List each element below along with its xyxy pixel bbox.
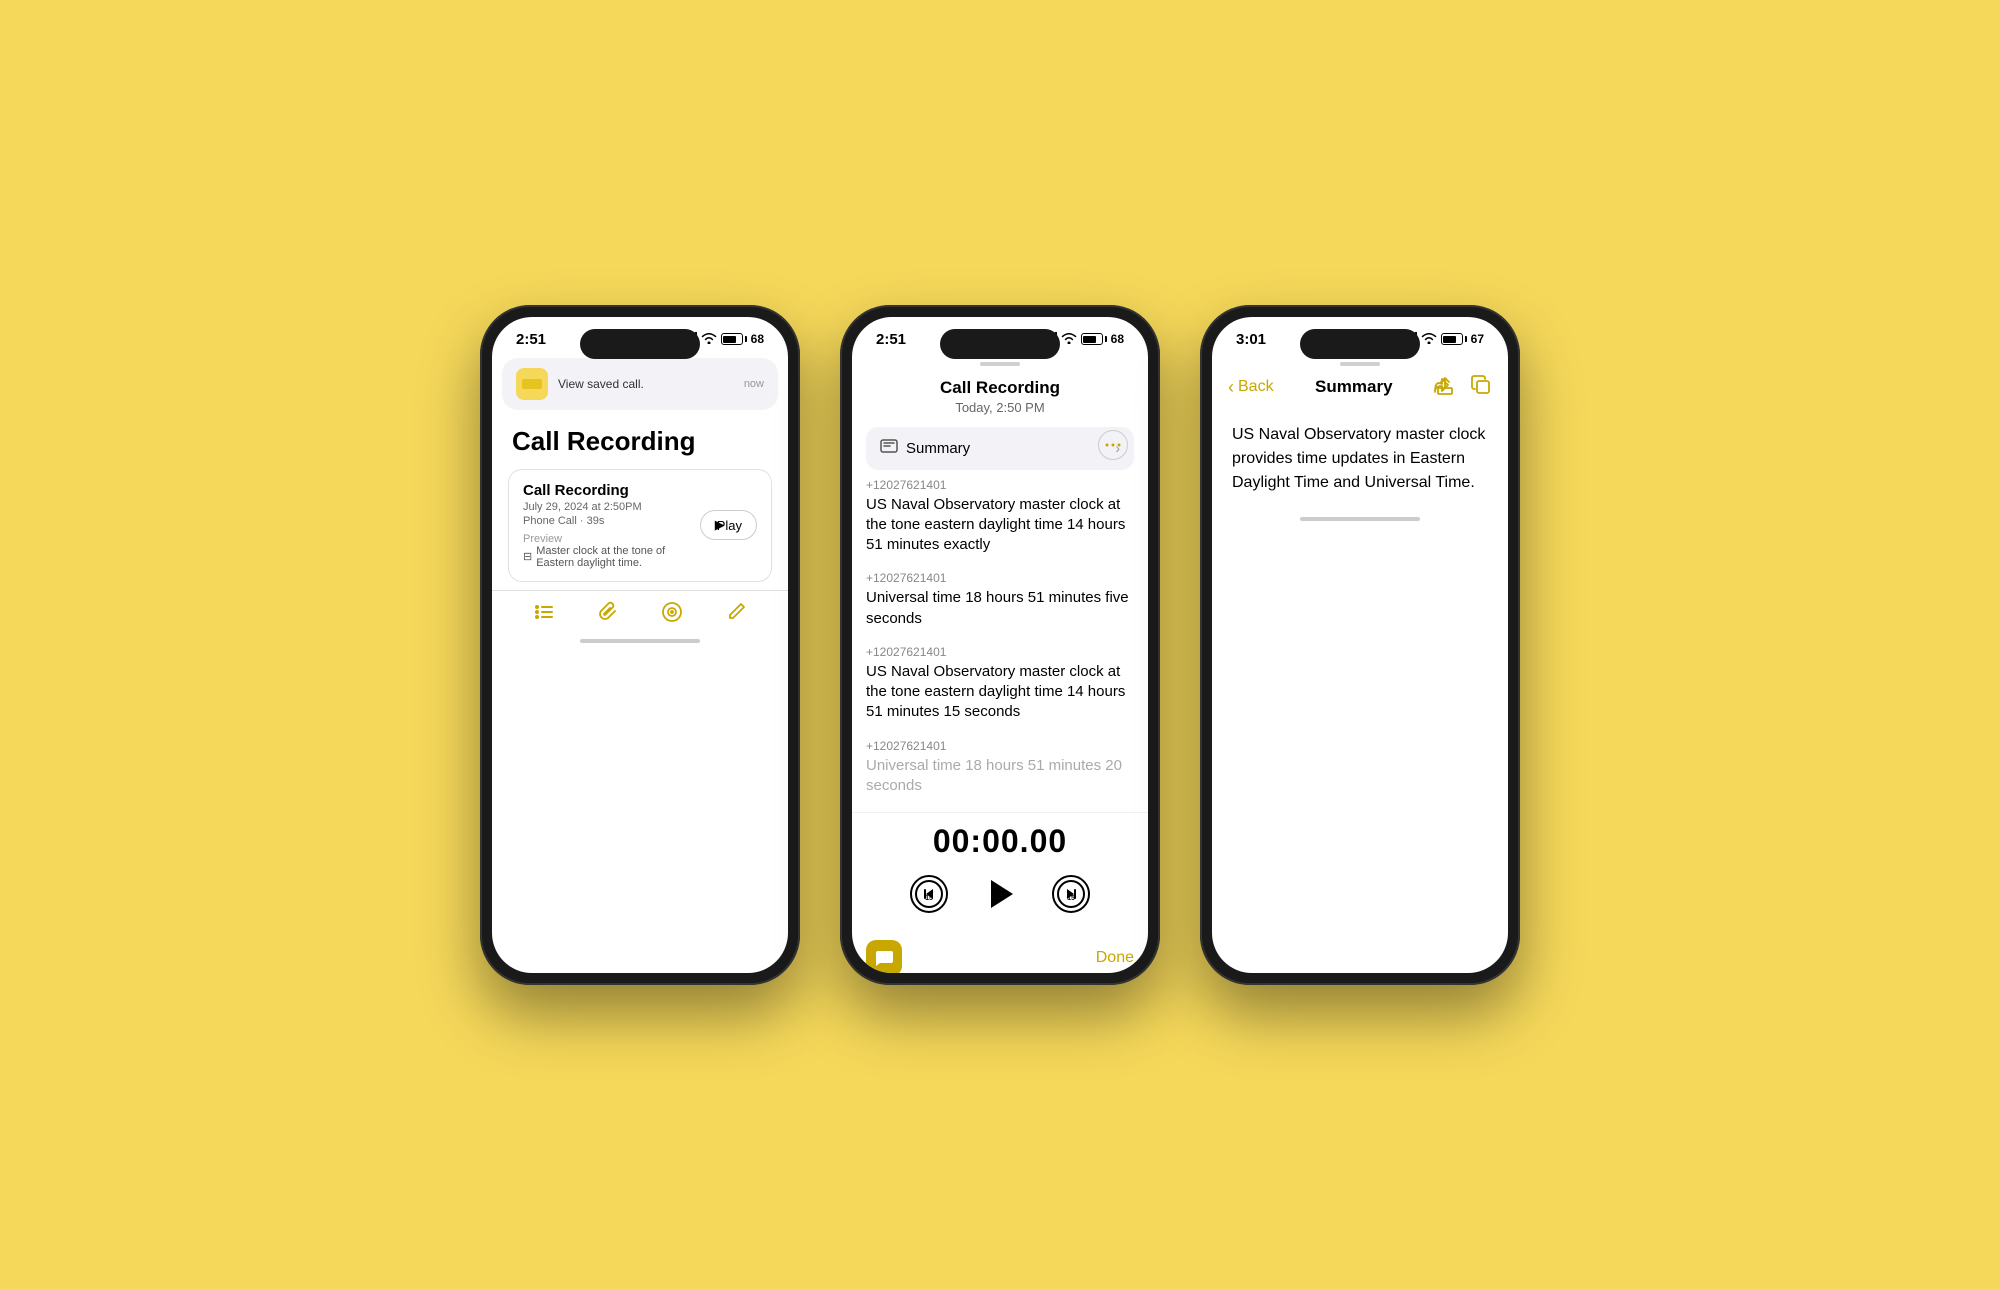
nav-actions	[1434, 374, 1492, 401]
phone-1: 2:51	[480, 305, 800, 985]
call-recording-title: Call Recording	[872, 378, 1128, 398]
status-time-3: 3:01	[1236, 331, 1266, 348]
time-display: 00:00.00	[872, 823, 1128, 860]
notif-time: now	[744, 378, 764, 390]
recording-card[interactable]: Call Recording July 29, 2024 at 2:50PM P…	[508, 469, 772, 582]
svg-text:15: 15	[925, 895, 933, 902]
transcript-number-3: +12027621401	[866, 739, 1134, 753]
phone-3-screen: 3:01	[1212, 317, 1508, 973]
battery-label-2: 68	[1111, 332, 1124, 346]
battery-icon-3	[1441, 333, 1467, 345]
notif-text: View saved call.	[558, 377, 644, 391]
wifi-icon-2	[1061, 332, 1077, 347]
home-indicator-1	[580, 639, 700, 643]
summary-content: US Naval Observatory master clock provid…	[1212, 407, 1508, 511]
svg-text:15: 15	[1067, 895, 1075, 902]
recording-card-date: July 29, 2024 at 2:50PM	[523, 501, 690, 513]
tab-edit-icon[interactable]	[725, 601, 747, 629]
wifi-icon-1	[701, 332, 717, 347]
home-indicator-3	[1300, 517, 1420, 521]
back-label: Back	[1238, 378, 1274, 396]
phone-1-content: View saved call. now Call Recording Call…	[492, 354, 788, 633]
transcript-item-3: +12027621401 Universal time 18 hours 51 …	[866, 739, 1134, 797]
tab-compose-icon[interactable]	[661, 601, 683, 629]
recording-card-type: Phone Call · 39s	[523, 515, 690, 527]
battery-label-1: 68	[751, 332, 764, 346]
phones-container: 2:51	[480, 305, 1520, 985]
notif-app-icon	[516, 368, 548, 400]
transcript-number-2: +12027621401	[866, 645, 1134, 659]
more-options-button[interactable]	[1098, 430, 1128, 460]
nav-bar: ‹ Back Summary	[1212, 366, 1508, 407]
notif-content: View saved call.	[558, 377, 734, 391]
back-chevron-icon: ‹	[1228, 377, 1234, 398]
recording-preview-text: ⊟ Master clock at the tone of Eastern da…	[523, 545, 690, 569]
summary-row[interactable]: Summary ›	[866, 427, 1134, 470]
player-controls: 15 15	[872, 872, 1128, 916]
phone-1-screen: 2:51	[492, 317, 788, 973]
phone-2-screen: 2:51	[852, 317, 1148, 973]
dynamic-island-2	[940, 329, 1060, 359]
nav-title: Summary	[1315, 377, 1392, 397]
notification-banner[interactable]: View saved call. now	[502, 358, 778, 410]
recording-card-title: Call Recording	[523, 482, 690, 499]
page-title-area: Call Recording	[492, 418, 788, 461]
battery-label-3: 67	[1471, 332, 1484, 346]
phone-3-content: ‹ Back Summary	[1212, 354, 1508, 511]
bubble-icon[interactable]	[866, 940, 902, 973]
play-button-large[interactable]	[978, 872, 1022, 916]
share-icon[interactable]	[1434, 374, 1456, 401]
summary-row-left: Summary	[880, 439, 970, 458]
player-section: 00:00.00 15	[852, 812, 1148, 932]
phone-2: 2:51	[840, 305, 1160, 985]
tab-list-icon[interactable]	[533, 601, 555, 629]
bottom-tabs	[492, 590, 788, 633]
recording-card-info: Call Recording July 29, 2024 at 2:50PM P…	[523, 482, 690, 569]
transcript-number-1: +12027621401	[866, 571, 1134, 585]
transcript-number-0: +12027621401	[866, 478, 1134, 492]
dynamic-island-3	[1300, 329, 1420, 359]
play-button[interactable]: ▶ Play	[700, 510, 757, 540]
call-recording-date: Today, 2:50 PM	[872, 400, 1128, 415]
transcript-item-2: +12027621401 US Naval Observatory master…	[866, 645, 1134, 723]
bottom-bar: Done	[852, 932, 1148, 973]
transcript-text-1: Universal time 18 hours 51 minutes five …	[866, 588, 1134, 629]
dynamic-island-1	[580, 329, 700, 359]
skip-back-button[interactable]: 15	[910, 875, 948, 913]
page-title: Call Recording	[512, 426, 768, 457]
sheet-handle	[980, 362, 1020, 366]
transcript-text-2: US Naval Observatory master clock at the…	[866, 662, 1134, 723]
battery-icon-1	[721, 333, 747, 345]
wifi-icon-3	[1421, 332, 1437, 347]
transcript-text-3: Universal time 18 hours 51 minutes 20 se…	[866, 756, 1134, 797]
transcript-area: +12027621401 US Naval Observatory master…	[852, 478, 1148, 813]
tab-attach-icon[interactable]	[597, 601, 619, 629]
transcript-item-1: +12027621401 Universal time 18 hours 51 …	[866, 571, 1134, 629]
done-button[interactable]: Done	[1096, 949, 1134, 967]
play-triangle	[991, 880, 1013, 908]
recording-preview-label: Preview	[523, 533, 690, 545]
battery-icon-2	[1081, 333, 1107, 345]
copy-icon[interactable]	[1470, 374, 1492, 401]
summary-body-text: US Naval Observatory master clock provid…	[1232, 423, 1488, 495]
transcript-item-0: +12027621401 US Naval Observatory master…	[866, 478, 1134, 556]
phone-3: 3:01	[1200, 305, 1520, 985]
status-time-1: 2:51	[516, 331, 546, 348]
skip-forward-button[interactable]: 15	[1052, 875, 1090, 913]
summary-label: Summary	[906, 440, 970, 457]
summary-icon	[880, 439, 898, 458]
phone-2-content: Call Recording Today, 2:50 PM	[852, 354, 1148, 973]
status-time-2: 2:51	[876, 331, 906, 348]
transcript-text-0: US Naval Observatory master clock at the…	[866, 495, 1134, 556]
call-recording-header: Call Recording Today, 2:50 PM	[852, 370, 1148, 419]
back-button[interactable]: ‹ Back	[1228, 377, 1274, 398]
